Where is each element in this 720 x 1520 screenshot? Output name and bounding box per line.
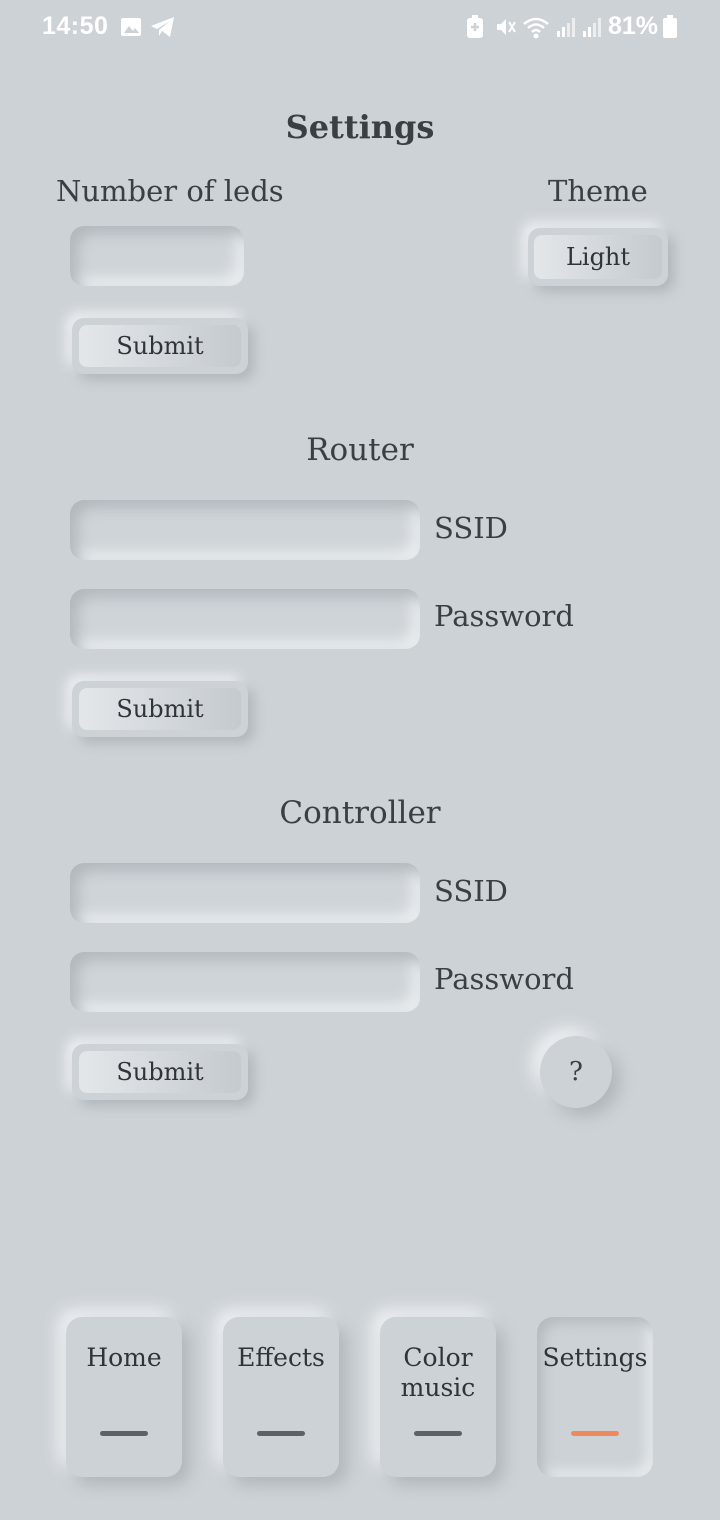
nav-settings-button[interactable]: Settings	[537, 1317, 653, 1477]
router-password-label: Password	[434, 599, 574, 633]
page-title: Settings	[285, 108, 435, 146]
leds-submit-button[interactable]: Submit	[79, 325, 241, 367]
controller-password-input[interactable]	[70, 952, 420, 1012]
signal-icon-2	[582, 14, 604, 40]
router-heading: Router	[306, 432, 414, 468]
router-password-input[interactable]	[70, 589, 420, 649]
leds-label: Number of leds	[56, 174, 284, 208]
router-ssid-input[interactable]	[70, 500, 420, 560]
mute-icon	[494, 14, 518, 40]
leds-input[interactable]	[70, 226, 244, 286]
controller-ssid-input[interactable]	[70, 863, 420, 923]
nav-effects-button[interactable]: Effects	[223, 1317, 339, 1477]
theme-label: Theme	[548, 174, 648, 208]
controller-submit-wrapper: Submit	[72, 1044, 248, 1100]
router-submit-button[interactable]: Submit	[79, 688, 241, 730]
controller-ssid-label: SSID	[434, 874, 508, 908]
nav-settings-label: Settings	[542, 1343, 648, 1372]
nav-home-button[interactable]: Home	[66, 1317, 182, 1477]
wifi-icon	[522, 14, 550, 40]
nav-home-label: Home	[86, 1343, 162, 1372]
nav-color-music-label: Color music	[400, 1343, 476, 1402]
router-ssid-label: SSID	[434, 511, 508, 545]
status-time: 14:50	[42, 12, 109, 40]
theme-toggle-button[interactable]: Light	[534, 235, 662, 279]
theme-toggle-wrapper: Light	[528, 228, 668, 286]
battery-icon	[662, 14, 678, 40]
leds-submit-wrapper: Submit	[72, 318, 248, 374]
controller-heading: Controller	[279, 795, 441, 831]
router-submit-wrapper: Submit	[72, 681, 248, 737]
controller-password-label: Password	[434, 962, 574, 996]
battery-percent: 81%	[607, 12, 658, 40]
telegram-icon	[150, 14, 176, 40]
battery-saver-icon	[466, 14, 484, 40]
help-button[interactable]: ?	[540, 1036, 612, 1108]
nav-effects-label: Effects	[237, 1343, 325, 1372]
nav-settings-indicator	[571, 1431, 619, 1436]
controller-submit-button[interactable]: Submit	[79, 1051, 241, 1093]
nav-home-indicator	[100, 1431, 148, 1436]
status-bar: 14:50 81%	[0, 0, 720, 56]
nav-effects-indicator	[257, 1431, 305, 1436]
nav-color-music-indicator	[414, 1431, 462, 1436]
gallery-icon	[120, 14, 142, 40]
nav-color-music-button[interactable]: Color music	[380, 1317, 496, 1477]
signal-icon-1	[556, 14, 578, 40]
